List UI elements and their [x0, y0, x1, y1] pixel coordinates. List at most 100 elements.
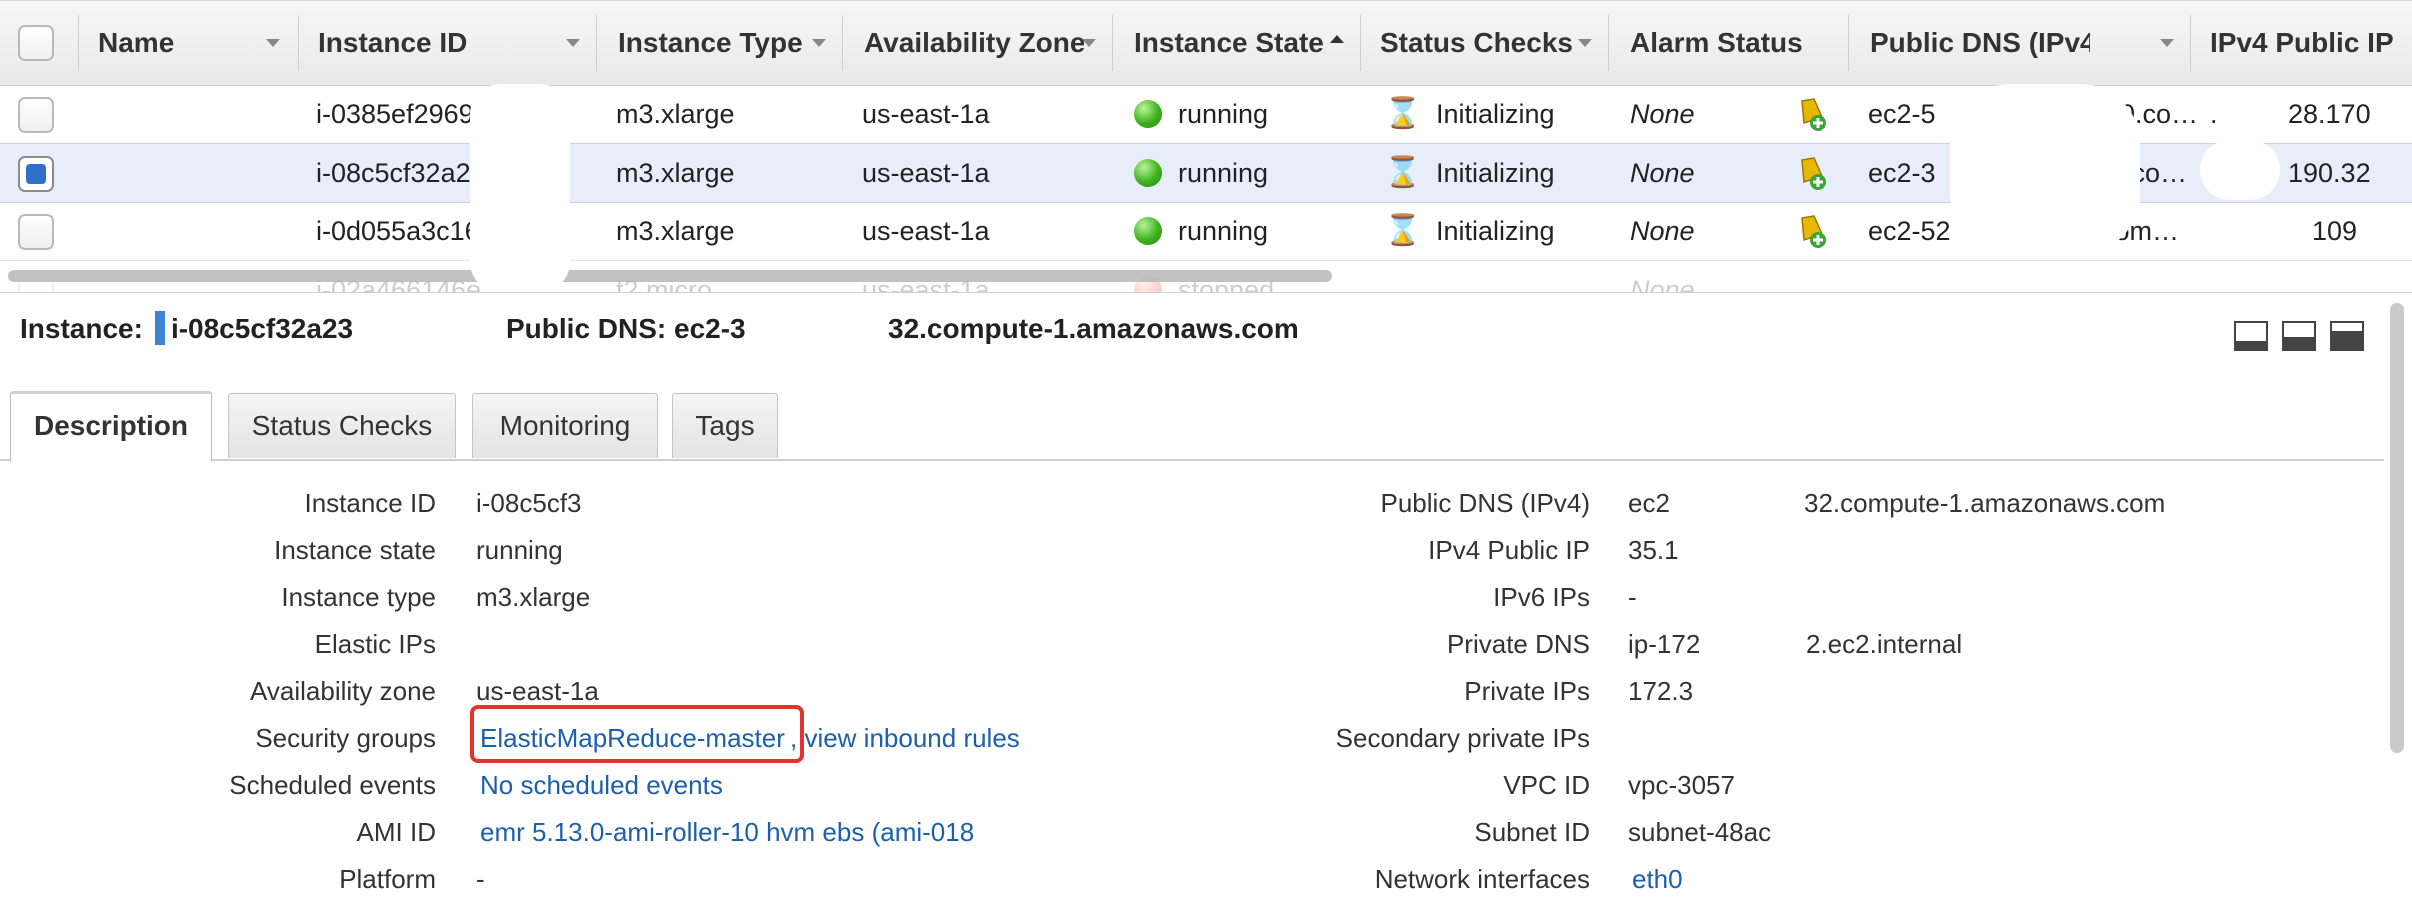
column-header-status-checks[interactable]: Status Checks: [1380, 1, 1580, 85]
vpc-id-value: vpc-3057: [1628, 770, 1735, 800]
availability-zone-label: Availability zone: [250, 676, 436, 706]
column-header-availability-zone[interactable]: Availability Zone: [864, 1, 1084, 85]
table-header: Name Instance ID Instance Type Availabil…: [0, 0, 2412, 86]
tab-tags[interactable]: Tags: [672, 393, 778, 458]
vertical-scrollbar[interactable]: [2390, 303, 2404, 753]
tab-monitoring[interactable]: Monitoring: [472, 393, 658, 458]
private-ips-value: 172.3: [1628, 676, 1694, 706]
network-interfaces-label: Network interfaces: [1374, 864, 1590, 894]
secondary-private-ips-label: Secondary private IPs: [1335, 723, 1590, 753]
column-header-public-ip[interactable]: IPv4 Public IP: [2210, 1, 2410, 85]
instance-state-value: running: [476, 535, 563, 565]
status-checks-cell: ⌛ Initializing: [1384, 202, 1555, 260]
chevron-down-icon[interactable]: [812, 39, 826, 47]
column-header-alarm-status[interactable]: Alarm Status: [1630, 1, 1830, 85]
public-dns-label: Public DNS (IPv4): [1380, 488, 1591, 518]
chevron-down-icon[interactable]: [566, 39, 580, 47]
state-cell: running: [1134, 202, 1268, 260]
ami-id-label: AMI ID: [356, 817, 436, 847]
ami-id-link[interactable]: emr 5.13.0-ami-roller-10 hvm ebs (ami-01…: [480, 812, 974, 852]
detail-tabs: Description Status Checks Monitoring Tag…: [0, 391, 2384, 462]
platform-value: -: [476, 864, 485, 894]
alarm-cell: None: [1630, 158, 1695, 188]
hourglass-icon: ⌛: [1384, 214, 1422, 247]
status-checks-cell: ⌛ Initializing: [1384, 144, 1555, 202]
instance-type-cell: m3.xlarge: [616, 158, 735, 188]
chevron-down-icon[interactable]: [2160, 39, 2174, 47]
instance-type-cell: m3.xlarge: [616, 99, 735, 129]
pane-half-icon[interactable]: [2282, 321, 2316, 351]
subnet-id-value: subnet-48ac: [1628, 817, 1772, 847]
instance-type-value: m3.xlarge: [476, 582, 591, 612]
network-interface-link[interactable]: eth0: [1632, 859, 1683, 899]
scheduled-events-link[interactable]: No scheduled events: [480, 765, 723, 805]
public-dns-cell: ec2-52: [1868, 216, 1951, 246]
row-checkbox[interactable]: [18, 214, 54, 250]
security-group-link[interactable]: ElasticMapReduce-master: [480, 718, 785, 758]
public-dns-cell: ec2-3: [1868, 158, 1936, 188]
alarm-cell: None: [1630, 216, 1695, 246]
column-header-public-dns[interactable]: Public DNS (IPv4): [1870, 1, 2090, 85]
scheduled-events-label: Scheduled events: [229, 770, 436, 800]
elastic-ips-label: Elastic IPs: [314, 629, 436, 659]
public-dns-value: ec2: [1628, 488, 1670, 518]
chevron-down-icon[interactable]: [1578, 39, 1592, 47]
public-dns-header-tail: 32.compute-1.amazonaws.com: [888, 313, 1299, 344]
bell-add-icon[interactable]: [1794, 95, 1828, 133]
select-all-checkbox[interactable]: [18, 25, 54, 61]
private-ips-label: Private IPs: [1464, 676, 1590, 706]
alarm-cell: None: [1630, 99, 1695, 129]
state-cell: running: [1134, 144, 1268, 202]
instance-id-cell: i-0385ef2969: [316, 99, 474, 129]
chevron-down-icon[interactable]: [266, 39, 280, 47]
public-dns-value-tail: 32.compute-1.amazonaws.com: [1804, 488, 2166, 518]
private-dns-value-tail: 2.ec2.internal: [1806, 629, 1963, 659]
hourglass-icon: ⌛: [1384, 156, 1422, 189]
horizontal-scrollbar[interactable]: [8, 270, 1332, 282]
az-cell: us-east-1a: [862, 216, 990, 246]
bell-add-icon[interactable]: [1794, 154, 1828, 192]
instance-state-label: Instance state: [274, 535, 436, 565]
instance-id-label: Instance ID: [304, 488, 436, 518]
instance-detail-pane: Instance: i-08c5cf32a23 Public DNS: ec2-3…: [0, 292, 2412, 894]
public-ip-cell: 109: [2312, 216, 2358, 246]
status-checks-cell: ⌛ Initializing: [1384, 85, 1555, 143]
vpc-id-label: VPC ID: [1503, 770, 1590, 800]
view-inbound-rules-link[interactable]: , view inbound rules: [790, 718, 1020, 758]
row-checkbox[interactable]: [18, 156, 54, 192]
private-dns-label: Private DNS: [1446, 629, 1590, 659]
chevron-down-icon[interactable]: [1082, 39, 1096, 47]
public-ip-cell-prefix: .: [2210, 99, 2218, 129]
ipv4-public-ip-value: 35.1: [1628, 535, 1679, 565]
private-dns-value: ip-172: [1628, 629, 1701, 659]
instance-id-cell: i-08c5cf32a23: [316, 158, 486, 188]
platform-label: Platform: [339, 864, 436, 894]
column-header-instance-id[interactable]: Instance ID: [318, 1, 578, 85]
column-header-name[interactable]: Name: [98, 1, 294, 85]
pane-maximize-icon[interactable]: [2330, 321, 2364, 351]
instances-table: Name Instance ID Instance Type Availabil…: [0, 0, 2412, 292]
alarm-cell: None: [1630, 275, 1695, 292]
instance-type-label: Instance type: [281, 582, 436, 612]
ipv6-ips-value: -: [1628, 582, 1637, 612]
instance-header: Instance: i-08c5cf32a23: [20, 310, 353, 348]
selection-marker: [154, 310, 165, 345]
caret-up-icon[interactable]: [1330, 35, 1344, 43]
instance-id-value: i-08c5cf3: [476, 488, 582, 518]
pane-minimize-icon[interactable]: [2234, 321, 2268, 351]
az-cell: us-east-1a: [862, 99, 990, 129]
bell-add-icon[interactable]: [1794, 212, 1828, 250]
ipv4-public-ip-label: IPv4 Public IP: [1428, 535, 1590, 565]
tab-status-checks[interactable]: Status Checks: [228, 393, 456, 458]
state-cell: running: [1134, 85, 1268, 143]
column-header-instance-type[interactable]: Instance Type: [618, 1, 828, 85]
ipv6-ips-label: IPv6 IPs: [1493, 582, 1590, 612]
redaction-mark: [2200, 140, 2280, 200]
column-header-instance-state[interactable]: Instance State: [1134, 1, 1334, 85]
redaction-mark: [470, 84, 570, 292]
security-groups-label: Security groups: [255, 723, 436, 753]
running-status-icon: [1134, 216, 1162, 245]
tab-description[interactable]: Description: [10, 391, 212, 462]
row-checkbox[interactable]: [18, 97, 54, 133]
public-ip-cell: 190.32: [2288, 158, 2371, 188]
